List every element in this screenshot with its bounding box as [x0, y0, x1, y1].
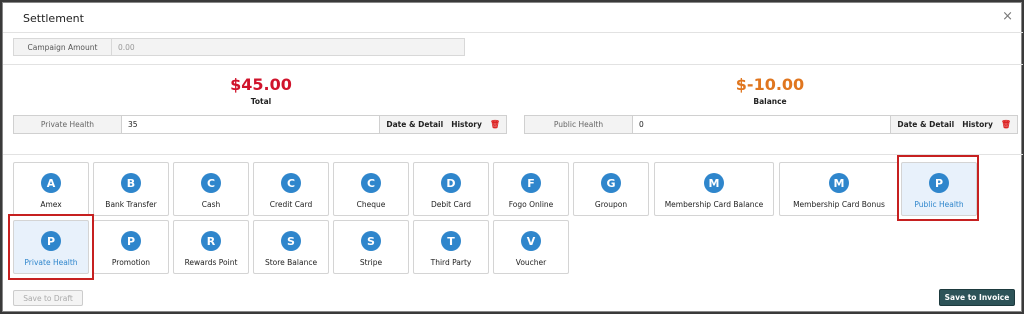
row-actions: Date & Detail History 🗑 — [379, 116, 506, 133]
campaign-amount-input[interactable]: 0.00 — [112, 39, 464, 55]
method-label: Credit Card — [269, 200, 313, 209]
method-label: Amex — [40, 200, 62, 209]
membership-bonus-letter-icon: M — [829, 173, 849, 193]
method-cash[interactable]: C Cash — [173, 162, 249, 216]
public-health-label: Public Health — [525, 116, 633, 133]
method-voucher[interactable]: V Voucher — [493, 220, 569, 274]
method-third-party[interactable]: T Third Party — [413, 220, 489, 274]
method-membership-card-balance[interactable]: M Membership Card Balance — [654, 162, 774, 216]
trash-icon[interactable]: 🗑 — [1001, 120, 1011, 129]
rewards-point-letter-icon: R — [201, 231, 221, 251]
method-promotion[interactable]: P Promotion — [93, 220, 169, 274]
balance-amount: $-10.00 — [735, 75, 805, 94]
groupon-letter-icon: G — [601, 173, 621, 193]
method-label: Cash — [201, 200, 221, 209]
method-cheque[interactable]: C Cheque — [333, 162, 409, 216]
cash-letter-icon: C — [201, 173, 221, 193]
save-to-draft-button[interactable]: Save to Draft — [13, 290, 83, 306]
method-groupon[interactable]: G Groupon — [573, 162, 649, 216]
credit-card-letter-icon: C — [281, 173, 301, 193]
history-button[interactable]: History — [451, 120, 482, 129]
cheque-letter-icon: C — [361, 173, 381, 193]
method-bank-transfer[interactable]: B Bank Transfer — [93, 162, 169, 216]
divider — [3, 154, 1023, 155]
trash-icon[interactable]: 🗑 — [490, 120, 500, 129]
total-label: Total — [250, 97, 272, 106]
save-to-invoice-button[interactable]: Save to Invoice — [939, 289, 1015, 306]
third-party-letter-icon: T — [441, 231, 461, 251]
method-label: Groupon — [594, 200, 628, 209]
close-icon[interactable]: × — [1002, 9, 1013, 24]
method-label: Rewards Point — [184, 258, 238, 267]
store-balance-letter-icon: S — [281, 231, 301, 251]
method-label: Voucher — [515, 258, 547, 267]
row-actions: Date & Detail History 🗑 — [890, 116, 1017, 133]
settlement-dialog: Settlement × Campaign Amount 0.00 $45.00… — [2, 2, 1023, 312]
debit-card-letter-icon: D — [441, 173, 461, 193]
public-health-row: Public Health 0 Date & Detail History 🗑 — [524, 115, 1018, 134]
fogo-online-letter-icon: F — [521, 173, 541, 193]
voucher-letter-icon: V — [521, 231, 541, 251]
date-detail-button[interactable]: Date & Detail — [897, 120, 954, 129]
campaign-amount-label: Campaign Amount — [14, 39, 112, 55]
method-label: Membership Card Bonus — [793, 200, 885, 209]
public-health-input[interactable]: 0 — [633, 116, 890, 133]
total-amount: $45.00 — [230, 75, 292, 94]
method-debit-card[interactable]: D Debit Card — [413, 162, 489, 216]
divider — [3, 32, 1023, 33]
history-button[interactable]: History — [962, 120, 993, 129]
method-label: Third Party — [430, 258, 472, 267]
method-credit-card[interactable]: C Credit Card — [253, 162, 329, 216]
membership-balance-letter-icon: M — [704, 173, 724, 193]
date-detail-button[interactable]: Date & Detail — [386, 120, 443, 129]
method-label: Bank Transfer — [105, 200, 157, 209]
bank-transfer-letter-icon: B — [121, 173, 141, 193]
dialog-title: Settlement — [23, 12, 84, 25]
highlight-box — [8, 214, 94, 280]
method-label: Stripe — [359, 258, 383, 267]
method-amex[interactable]: A Amex — [13, 162, 89, 216]
stripe-letter-icon: S — [361, 231, 381, 251]
private-health-input[interactable]: 35 — [122, 116, 379, 133]
method-label: Membership Card Balance — [664, 200, 764, 209]
private-health-label: Private Health — [14, 116, 122, 133]
amex-letter-icon: A — [41, 173, 61, 193]
method-fogo-online[interactable]: F Fogo Online — [493, 162, 569, 216]
method-membership-card-bonus[interactable]: M Membership Card Bonus — [779, 162, 899, 216]
method-label: Promotion — [111, 258, 151, 267]
method-stripe[interactable]: S Stripe — [333, 220, 409, 274]
campaign-amount-field: Campaign Amount 0.00 — [13, 38, 465, 56]
promotion-letter-icon: P — [121, 231, 141, 251]
method-label: Store Balance — [264, 258, 318, 267]
balance-label: Balance — [753, 97, 787, 106]
method-store-balance[interactable]: S Store Balance — [253, 220, 329, 274]
private-health-row: Private Health 35 Date & Detail History … — [13, 115, 507, 134]
method-label: Debit Card — [430, 200, 472, 209]
divider — [3, 64, 1023, 65]
method-label: Fogo Online — [508, 200, 554, 209]
method-label: Cheque — [356, 200, 386, 209]
method-rewards-point[interactable]: R Rewards Point — [173, 220, 249, 274]
highlight-box — [897, 155, 979, 221]
